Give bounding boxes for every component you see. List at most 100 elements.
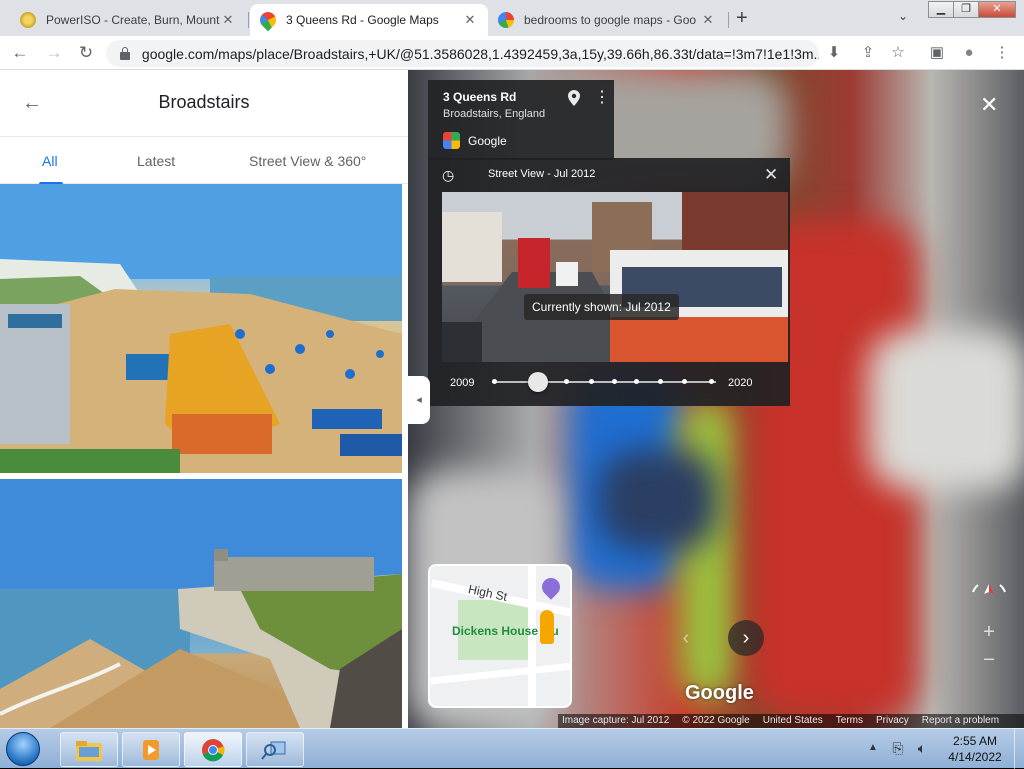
next-image-button[interactable]: ›	[728, 620, 764, 656]
historical-preview-image[interactable]	[442, 192, 788, 362]
tab-title: PowerISO - Create, Burn, Mount,	[46, 13, 220, 27]
address-bar[interactable]: google.com/maps/place/Broadstairs,+UK/@5…	[106, 40, 819, 67]
back-button[interactable]: ←	[8, 41, 32, 65]
location-pin-icon[interactable]	[568, 90, 580, 106]
timeline-start-year: 2009	[450, 377, 475, 389]
timeline-dot[interactable]	[634, 379, 639, 384]
timeline-end-year: 2020	[728, 377, 753, 389]
timeline-slider-thumb[interactable]	[528, 372, 548, 392]
taskbar-explorer[interactable]	[60, 732, 118, 767]
terms-link[interactable]: Terms	[836, 714, 863, 728]
forward-button[interactable]: →	[42, 41, 66, 65]
google-maps-link[interactable]: Google	[443, 132, 507, 149]
currently-shown-tooltip: Currently shown: Jul 2012	[524, 294, 679, 320]
tab-all[interactable]: All	[42, 153, 58, 169]
profile-avatar-icon[interactable]: ●	[961, 45, 977, 61]
timeline-dot[interactable]	[709, 379, 714, 384]
close-window-button[interactable]: ✕	[978, 1, 1016, 18]
close-street-view-icon[interactable]: ✕	[980, 92, 998, 118]
castle-photo-illustration	[0, 479, 402, 728]
folder-icon	[76, 741, 102, 761]
reload-button[interactable]: ↻	[74, 41, 98, 65]
image-capture-date: Image capture: Jul 2012	[562, 715, 670, 726]
lock-icon[interactable]	[120, 46, 130, 60]
preview-illustration	[442, 192, 788, 362]
tab-close-icon[interactable]: ✕	[700, 12, 716, 28]
magnifier-network-icon	[261, 741, 286, 760]
taskbar-chrome[interactable]	[184, 732, 242, 767]
bus-windshield	[598, 450, 718, 550]
minimize-button[interactable]: ▁	[928, 1, 954, 18]
beach-photo-illustration	[0, 184, 402, 473]
clock-time: 2:55 AM	[952, 734, 998, 748]
pegman-icon[interactable]	[540, 610, 554, 644]
timeline-dot[interactable]	[564, 379, 569, 384]
network-icon[interactable]: ⎘	[890, 740, 906, 756]
new-tab-button[interactable]: +	[736, 7, 748, 30]
show-desktop-button[interactable]	[1014, 729, 1024, 769]
tab-strip: PowerISO - Create, Burn, Mount, ✕ 3 Quee…	[0, 0, 1024, 36]
timeline-dot[interactable]	[682, 379, 687, 384]
tab-street-view-360[interactable]: Street View & 360°	[249, 153, 366, 169]
castle-cliff-photo[interactable]	[0, 479, 402, 728]
history-clock-icon[interactable]: ◷	[442, 167, 454, 184]
maximize-button[interactable]: ❐	[953, 1, 979, 18]
tab-close-icon[interactable]: ✕	[462, 12, 478, 28]
browser-menu-icon[interactable]: ⋮	[994, 45, 1010, 61]
beach-photo[interactable]	[0, 184, 402, 473]
timeline-dot[interactable]	[612, 379, 617, 384]
share-icon[interactable]: ⇪	[860, 45, 876, 61]
tab-latest[interactable]: Latest	[137, 153, 175, 169]
taskbar-network-tool[interactable]	[246, 732, 304, 767]
tab-separator	[248, 12, 249, 28]
road	[430, 662, 570, 685]
tab-google-maps[interactable]: 3 Queens Rd - Google Maps ✕	[250, 4, 488, 36]
zoom-in-button[interactable]: +	[976, 621, 1002, 644]
side-panel-icon[interactable]: ▣	[929, 45, 945, 61]
photo-tabs: All Latest Street View & 360°	[0, 136, 408, 185]
poi-pin-icon[interactable]	[538, 574, 564, 600]
chrome-icon	[202, 739, 225, 762]
timeline-dot[interactable]	[589, 379, 594, 384]
locality-label: Broadstairs, England	[443, 108, 546, 120]
collapse-panel-button[interactable]: ◂	[408, 376, 430, 424]
location-info-card: 3 Queens Rd Broadstairs, England Google …	[428, 80, 614, 160]
tab-search-button[interactable]: ⌄	[898, 9, 908, 23]
install-app-icon[interactable]: ⬇	[826, 45, 842, 61]
region-link[interactable]: United States	[763, 714, 823, 728]
taskbar-media-player[interactable]	[122, 732, 180, 767]
timeline-dot[interactable]	[658, 379, 663, 384]
street-address: 3 Queens Rd	[443, 90, 517, 104]
google-g-icon	[498, 12, 514, 28]
start-button-icon[interactable]	[6, 732, 40, 766]
tab-title: bedrooms to google maps - Goo	[524, 13, 697, 27]
street-view-canvas[interactable]: 3 Queens Rd Broadstairs, England Google …	[408, 70, 1024, 728]
timeline-dot[interactable]	[492, 379, 497, 384]
tab-poweriso[interactable]: PowerISO - Create, Burn, Mount, ✕	[10, 4, 246, 36]
report-problem-link[interactable]: Report a problem	[922, 714, 999, 728]
tab-google-search[interactable]: bedrooms to google maps - Goo ✕	[488, 4, 726, 36]
url-text[interactable]: google.com/maps/place/Broadstairs,+UK/@5…	[142, 46, 819, 62]
zoom-out-button[interactable]: −	[976, 649, 1002, 672]
mini-map[interactable]: High St Dickens House Mu	[428, 564, 572, 708]
show-hidden-icons-icon[interactable]: ▲	[868, 742, 878, 753]
place-title: Broadstairs	[158, 92, 250, 112]
more-options-icon[interactable]: ⋮	[594, 90, 610, 106]
tab-close-icon[interactable]: ✕	[220, 12, 236, 28]
google-maps-icon	[443, 132, 460, 149]
poweriso-icon	[20, 12, 36, 28]
google-watermark: Google	[685, 682, 754, 704]
attribution-bar: Image capture: Jul 2012 © 2022 Google Un…	[558, 714, 1024, 728]
photos-panel: ← Broadstairs All Latest Street View & 3…	[0, 70, 408, 728]
privacy-link[interactable]: Privacy	[876, 714, 909, 728]
browser-toolbar: ← → ↻ google.com/maps/place/Broadstairs,…	[0, 36, 1024, 70]
street-view-date: Street View - Jul 2012	[488, 168, 596, 180]
previous-image-button[interactable]: ‹	[668, 620, 704, 656]
close-timeline-icon[interactable]: ✕	[764, 165, 778, 185]
volume-icon[interactable]: 🔈︎	[914, 740, 930, 756]
bookmark-star-icon[interactable]: ☆	[890, 45, 906, 61]
compass-icon[interactable]	[970, 582, 1008, 602]
white-bus-window	[868, 330, 1024, 490]
system-clock[interactable]: 2:55 AM 4/14/2022	[940, 733, 1010, 765]
timeline-slider-track[interactable]	[492, 379, 716, 384]
